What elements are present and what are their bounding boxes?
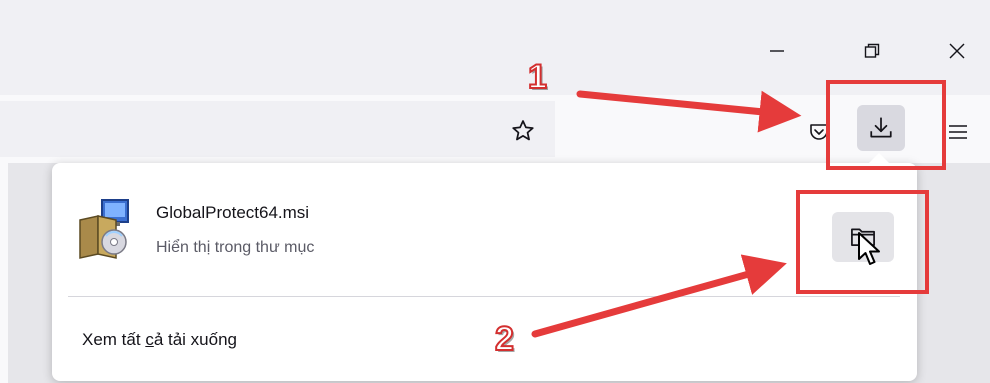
annotation-arrow-1: [576, 90, 802, 133]
annotation-step-2: 2: [494, 319, 515, 359]
annotation-step-1: 1: [527, 57, 548, 97]
annotation-arrow-2: [531, 254, 787, 338]
